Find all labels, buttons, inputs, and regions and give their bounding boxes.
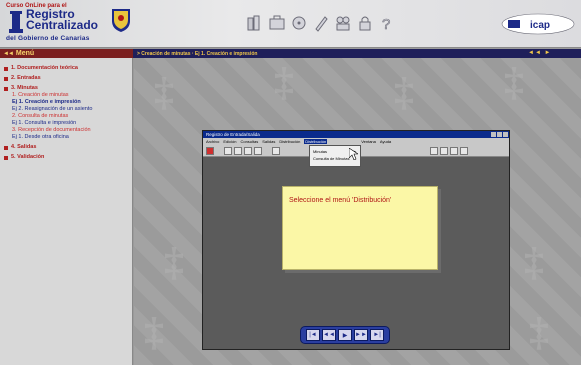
pencil-icon[interactable] [312, 12, 330, 34]
sidebar-item-label: 4. Salidas [11, 144, 37, 150]
lock-icon[interactable] [356, 12, 374, 34]
bullet-icon [4, 76, 8, 81]
watermark-glyph: ‡ [274, 59, 294, 104]
app-title: Registro de Entrada/Salida [206, 132, 260, 137]
menu-ayuda[interactable]: Ayuda [380, 139, 391, 144]
menu-distribucion-1[interactable]: Distribución [279, 139, 300, 144]
menu-button[interactable]: ◄◄ Menú [0, 49, 133, 58]
playback-controls: |◄ ◄◄ ▶ ►► ►| [300, 326, 390, 344]
sidebar-item-reasignacion[interactable]: Ej 2. Reasignación de un asiento [0, 106, 132, 113]
help-icon[interactable]: ? [378, 12, 396, 34]
sidebar-item-consulta-impresion[interactable]: Ej 1. Consulta e impresión [0, 120, 132, 127]
sidebar-item-recepcion[interactable]: 3. Recepción de documentación [0, 127, 132, 134]
nav-bar: ◄◄ Menú > Creación de minutas · Ej 1. Cr… [0, 49, 581, 58]
column-icon [9, 11, 23, 33]
sidebar-item-label: 3. Minutas [11, 85, 38, 91]
sidebar-item-label: 1. Documentación teórica [11, 65, 78, 71]
breadcrumb-text: > Creación de minutas · Ej 1. Creación e… [137, 50, 258, 57]
briefcase-icon[interactable] [268, 12, 286, 34]
option-label: Minutas [313, 149, 328, 154]
close-icon[interactable] [503, 132, 508, 137]
sidebar-item-documentacion[interactable]: 1. Documentación teórica [0, 65, 132, 72]
minimize-icon[interactable] [491, 132, 496, 137]
svg-text:icap: icap [530, 20, 550, 31]
sidebar-item-entradas[interactable]: 2. Entradas [0, 75, 132, 82]
menu-edicion[interactable]: Edición [223, 139, 236, 144]
menu-ventana[interactable]: Ventana [361, 139, 376, 144]
sidebar-item-validacion[interactable]: 5. Validación [0, 154, 132, 161]
toolbar-button[interactable] [272, 146, 280, 155]
disk-icon[interactable] [290, 12, 308, 34]
ibm-icap-logo: icap [501, 13, 575, 35]
sidebar-item-consulta-minutas[interactable]: 2. Consulta de minutas [0, 113, 132, 120]
back-arrows-icon: ◄◄ [3, 50, 14, 57]
watermark-glyph: ‡ [504, 59, 524, 104]
canarias-crest-icon [112, 9, 130, 32]
bullet-icon [4, 86, 8, 91]
option-label: Consulta de Minutas [313, 156, 350, 161]
watermark-glyph: ‡ [154, 69, 174, 114]
logo-org-text: del Gobierno de Canarias [6, 35, 90, 42]
toolbar-button[interactable] [254, 146, 262, 155]
watermark-glyph: ‡ [164, 239, 184, 284]
forward-button[interactable]: ►► [354, 329, 368, 341]
toolbar-button[interactable] [224, 146, 232, 155]
menu-label: Menú [15, 50, 35, 57]
people-icon[interactable] [334, 12, 352, 34]
mouse-cursor-icon [349, 148, 358, 160]
watermark-glyph: ‡ [394, 69, 414, 114]
books-icon[interactable] [246, 12, 264, 34]
bullet-icon [4, 66, 8, 71]
toolbar-button[interactable] [430, 146, 438, 155]
play-button[interactable]: ▶ [338, 329, 352, 341]
instruction-text: Seleccione el menú 'Distribución' [289, 197, 392, 204]
menu-archivo[interactable]: Archivo [206, 139, 219, 144]
bullet-icon [4, 145, 8, 150]
app-title-bar: Registro de Entrada/Salida [203, 131, 509, 138]
app-header: Curso OnLine para el Registro Centraliza… [0, 0, 581, 48]
maximize-icon[interactable] [497, 132, 502, 137]
main-area: ‡ ‡ ‡ ‡ ‡ ‡ ‡ ‡ Registro de Entrada/Sali… [134, 58, 581, 365]
instruction-note: Seleccione el menú 'Distribución' [282, 186, 438, 270]
sidebar-item-creacion-impresion[interactable]: Ej 1. Creación e impresión [0, 99, 132, 106]
menu-consultas[interactable]: Consultas [240, 139, 258, 144]
header-toolbar: ? [246, 12, 396, 36]
window-controls [491, 132, 509, 137]
logo-line2: Centralizado [26, 18, 99, 32]
sidebar-item-otra-oficina[interactable]: Ej 1. Desde otra oficina [0, 134, 132, 141]
watermark-glyph: ‡ [529, 309, 549, 354]
app-menu-bar: Archivo Edición Consultas Salidas Distri… [203, 138, 509, 145]
last-button[interactable]: ►| [370, 329, 384, 341]
toolbar-button[interactable] [440, 146, 448, 155]
toolbar-button[interactable] [460, 146, 468, 155]
bullet-icon [4, 155, 8, 160]
sidebar-item-salidas[interactable]: 4. Salidas [0, 144, 132, 151]
course-logo[interactable]: Curso OnLine para el Registro Centraliza… [4, 3, 152, 45]
menu-salidas[interactable]: Salidas [262, 139, 275, 144]
menu-distribucion[interactable]: Distribución [304, 139, 328, 144]
first-button[interactable]: |◄ [306, 329, 320, 341]
sidebar-item-creacion-minutas[interactable]: 1. Creación de minutas [0, 92, 132, 99]
toolbar-button[interactable] [244, 146, 252, 155]
watermark-glyph: ‡ [524, 239, 544, 284]
svg-text:?: ? [382, 16, 390, 33]
rewind-button[interactable]: ◄◄ [322, 329, 336, 341]
toolbar-button[interactable] [450, 146, 458, 155]
sidebar-item-label: 5. Validación [11, 154, 45, 160]
sidebar-item-label: 2. Entradas [11, 75, 41, 81]
sidebar-item-minutas[interactable]: 3. Minutas [0, 85, 132, 92]
toolbar-button[interactable] [234, 146, 242, 155]
breadcrumb: > Creación de minutas · Ej 1. Creación e… [133, 49, 581, 58]
pager-arrows[interactable]: ◄◄ ► [528, 50, 551, 56]
toolbar-button[interactable] [206, 146, 214, 155]
sidebar: 1. Documentación teórica 2. Entradas 3. … [0, 58, 133, 365]
watermark-glyph: ‡ [144, 309, 164, 354]
